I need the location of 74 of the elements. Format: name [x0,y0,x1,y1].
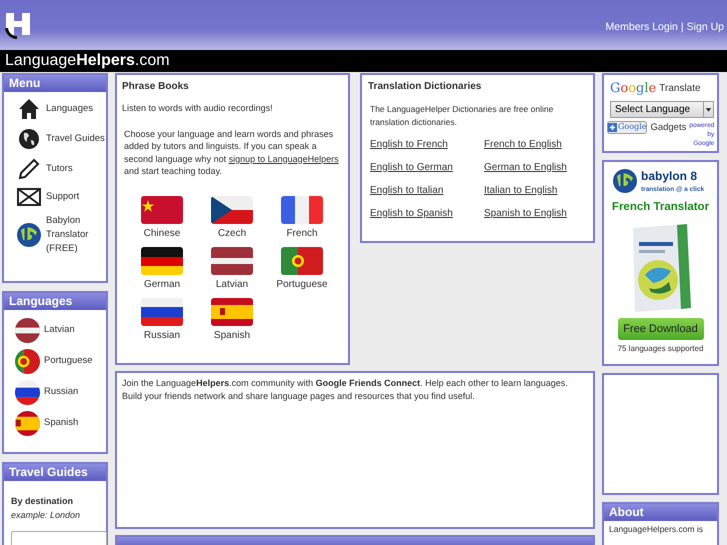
community-text: Join the LanguageHelpers.com community with Google Friends Connect. Help each other to learn languages. Build your friends network and share language pages and resources that you find useful. [122,377,569,403]
widget-title: Translate [659,82,701,96]
language-link[interactable]: Russian [144,328,180,342]
globe-icon [18,128,40,150]
dictionary-link[interactable]: English to Spanish [370,206,453,220]
language-link[interactable]: Portuguese [276,276,328,292]
envelope-icon [17,188,41,206]
dictionary-link[interactable]: German to English [484,160,567,174]
dictionary-link[interactable]: English to French [370,136,448,152]
destination-field[interactable] [11,531,107,545]
description-text: Choose your language and learn words and phrases added by tutors and linguists. If you can speak a second language why not signup to LanguageHelpers and start teaching today. [123,128,340,178]
language-link[interactable]: Czech [218,226,246,240]
house-icon [18,98,40,120]
panel-title: Travel Guides [4,464,106,481]
babylon-logo-icon [16,222,42,248]
flag-icon [211,196,253,224]
menu-link[interactable]: Travel Guides [46,132,106,146]
panel-title: Languages [4,293,106,310]
header-link[interactable]: Sign Up [686,20,724,36]
language-link[interactable]: German [144,276,180,292]
panel-title: Phrase Books [122,80,190,94]
language-link[interactable]: Latvian [216,276,248,292]
flag-icon [14,410,41,436]
intro-text: Listen to words with audio recordings! [122,102,274,115]
babylon-logo-icon [612,168,638,194]
menu-link[interactable]: Languages [46,102,106,116]
signup-link[interactable]: signup to LanguageHelpers [228,154,339,164]
dictionary-link[interactable]: English to German [370,160,453,174]
dictionary-link[interactable]: English to Italian [370,182,444,198]
language-link[interactable]: Chinese [144,226,180,240]
language-link[interactable]: Russian [44,385,78,399]
flag-icon [141,196,183,224]
language-link[interactable]: Spanish [214,328,250,342]
flag-icon [141,298,183,326]
dictionary-link[interactable]: Spanish to English [484,206,567,220]
hint-text: example: London [11,508,82,522]
field-label: By destination [11,495,74,508]
flag-icon [281,246,323,274]
flag-icon [281,196,323,224]
language-link[interactable]: Spanish [44,416,78,430]
language-select[interactable]: Select Language [610,100,714,118]
language-link[interactable]: French [286,226,318,240]
download-button[interactable]: Free Download [618,318,704,340]
flag-icon [14,348,41,374]
flag-icon [211,246,253,274]
flag-icon [211,298,253,326]
ad-heading: French Translator [612,200,710,215]
languages-note: 75 languages supported [618,343,704,355]
flag-icon [14,316,41,344]
flag-icon [14,378,41,406]
language-link[interactable]: Latvian [44,323,75,337]
site-name: LanguageHelpers.com [0,50,727,72]
menu-link[interactable]: Tutors [46,162,106,176]
brand-name: babylon 8 [641,168,698,185]
language-link[interactable]: Portuguese [44,354,93,368]
panel-title: Translation Dictionaries [368,80,482,94]
panel-title: Menu [4,75,106,92]
google-logo: Google [610,80,656,98]
logo-icon [3,10,33,40]
dropdown-arrow-icon [703,102,713,116]
about-text: LanguageHelpers.com is [608,523,704,535]
plus-icon [608,122,617,132]
pencil-icon [18,158,40,180]
menu-link[interactable]: Support [46,190,106,204]
menu-link[interactable]: Babylon Translator (FREE) [46,214,106,256]
gadgets-label: Gadgets [650,120,686,134]
flag-icon [141,246,183,274]
dictionary-link[interactable]: French to English [484,136,562,152]
header-link[interactable]: Members Login [606,20,678,36]
separator: | [680,20,684,35]
intro-text: The LanguageHelper Dictionaries are free online translation dictionaries. [369,103,554,128]
google-button[interactable]: Google [607,120,648,134]
panel-title: About [604,504,717,521]
dictionary-link[interactable]: Italian to English [484,182,558,198]
